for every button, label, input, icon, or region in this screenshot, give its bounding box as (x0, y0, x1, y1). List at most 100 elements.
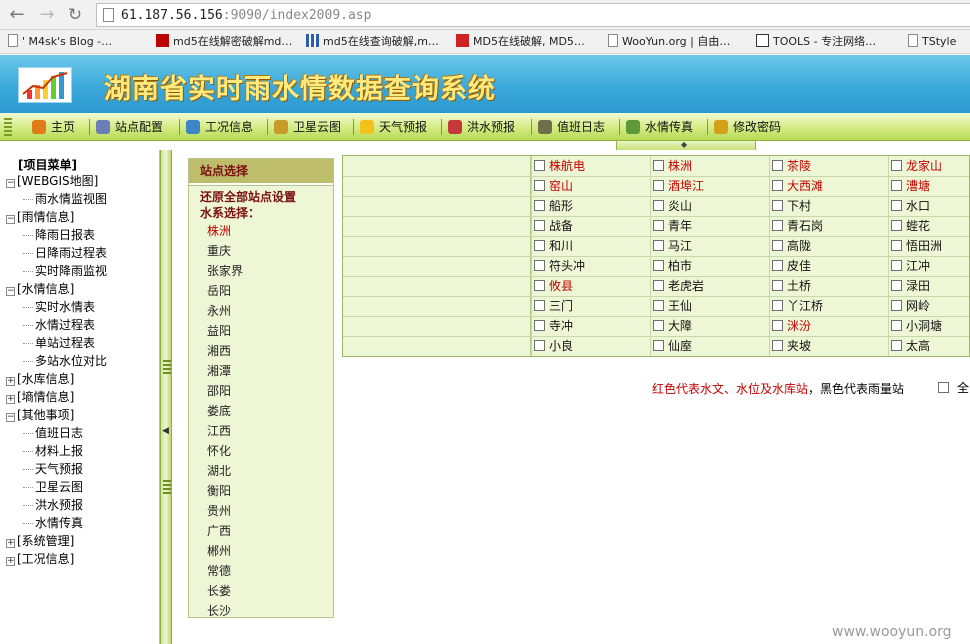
station-checkbox[interactable]: 小良 (534, 337, 573, 355)
station-checkbox[interactable]: 江冲 (891, 257, 930, 275)
basin-option[interactable]: 湘潭 (207, 362, 231, 379)
basin-option[interactable]: 江西 (207, 422, 231, 439)
station-checkbox[interactable]: 攸县 (534, 277, 573, 295)
toolbar-grip[interactable] (4, 118, 12, 136)
tree-item[interactable]: 水情传真 (23, 514, 83, 532)
tree-group[interactable]: + [墒情信息] (6, 388, 74, 406)
reset-stations-link[interactable]: 还原全部站点设置 (200, 188, 296, 205)
station-checkbox[interactable]: 太高 (891, 337, 930, 355)
station-checkbox[interactable]: 船形 (534, 197, 573, 215)
basin-option[interactable]: 株洲 (207, 222, 231, 239)
station-checkbox[interactable]: 网岭 (891, 297, 930, 315)
basin-option[interactable]: 重庆 (207, 242, 231, 259)
basin-option[interactable]: 邵阳 (207, 382, 231, 399)
tree-item[interactable]: 卫星云图 (23, 478, 83, 496)
station-checkbox[interactable]: 蜌花 (891, 217, 930, 235)
station-checkbox[interactable]: 水口 (891, 197, 930, 215)
checkbox-icon[interactable] (891, 240, 902, 251)
tree-item[interactable]: 水情过程表 (23, 316, 95, 334)
checkbox-icon[interactable] (772, 160, 783, 171)
checkbox-icon[interactable] (891, 300, 902, 311)
checkbox-icon[interactable] (772, 240, 783, 251)
basin-option[interactable]: 怀化 (207, 442, 231, 459)
basin-option[interactable]: 郴州 (207, 542, 231, 559)
checkbox-icon[interactable] (653, 340, 664, 351)
basin-option[interactable]: 益阳 (207, 322, 231, 339)
checkbox-icon[interactable] (891, 320, 902, 331)
checkbox-icon[interactable] (891, 180, 902, 191)
basin-option[interactable]: 张家界 (207, 262, 243, 279)
station-checkbox[interactable]: 渌田 (891, 277, 930, 295)
basin-option[interactable]: 湖北 (207, 462, 231, 479)
tree-item[interactable]: 材料上报 (23, 442, 83, 460)
tree-item[interactable]: 实时降雨监视 (23, 262, 107, 280)
bookmark-item[interactable]: ' M4sk's Blog -… (8, 33, 112, 51)
basin-option[interactable]: 娄底 (207, 402, 231, 419)
station-checkbox[interactable]: 青年 (653, 217, 692, 235)
checkbox-icon[interactable] (653, 160, 664, 171)
station-checkbox[interactable]: 老虎岩 (653, 277, 704, 295)
tree-item[interactable]: 单站过程表 (23, 334, 95, 352)
station-checkbox[interactable]: 茶陵 (772, 157, 811, 175)
checkbox-icon[interactable] (534, 280, 545, 291)
tree-group[interactable]: + [工况信息] (6, 550, 74, 568)
station-checkbox[interactable]: 符头冲 (534, 257, 585, 275)
checkbox-icon[interactable] (653, 200, 664, 211)
tree-item[interactable]: 日降雨过程表 (23, 244, 107, 262)
collapse-icon[interactable]: − (6, 287, 15, 296)
collapse-icon[interactable]: − (6, 413, 15, 422)
station-checkbox[interactable]: 皮佳 (772, 257, 811, 275)
bookmark-item[interactable]: TStyle (908, 33, 956, 51)
reload-icon[interactable]: ↻ (64, 4, 86, 26)
station-checkbox[interactable]: 株航电 (534, 157, 585, 175)
select-all-checkbox[interactable]: 全 (938, 379, 969, 396)
station-checkbox[interactable]: 三门 (534, 297, 573, 315)
station-checkbox[interactable]: 大西滩 (772, 177, 823, 195)
tree-group[interactable]: + [水库信息] (6, 370, 74, 388)
basin-option[interactable]: 长娄 (207, 582, 231, 599)
expand-icon[interactable]: + (6, 395, 15, 404)
checkbox-icon[interactable] (534, 240, 545, 251)
station-checkbox[interactable]: 漕塘 (891, 177, 930, 195)
toolbar-button[interactable]: 洪水预报 (448, 118, 515, 136)
checkbox-icon[interactable] (891, 160, 902, 171)
checkbox-icon[interactable] (891, 200, 902, 211)
tree-group[interactable]: − [其他事项] (6, 406, 74, 424)
tree-group[interactable]: − [WEBGIS地图] (6, 172, 98, 190)
expand-icon[interactable]: + (6, 557, 15, 566)
basin-option[interactable]: 湘西 (207, 342, 231, 359)
toolbar-button[interactable]: 工况信息 (186, 118, 253, 136)
tree-item[interactable]: 多站水位对比 (23, 352, 107, 370)
checkbox-icon[interactable] (891, 340, 902, 351)
checkbox-icon[interactable] (534, 160, 545, 171)
bookmark-item[interactable]: MD5在线破解, MD5… (456, 33, 585, 51)
checkbox-icon[interactable] (772, 260, 783, 271)
toolbar-button[interactable]: 修改密码 (714, 118, 781, 136)
station-checkbox[interactable]: 下村 (772, 197, 811, 215)
expand-icon[interactable]: + (6, 539, 15, 548)
checkbox-icon[interactable] (772, 320, 783, 331)
toolbar-button[interactable]: 水情传真 (626, 118, 693, 136)
checkbox-icon[interactable] (772, 180, 783, 191)
tree-item[interactable]: 降雨日报表 (23, 226, 95, 244)
expand-icon[interactable]: + (6, 377, 15, 386)
collapse-icon[interactable]: − (6, 179, 15, 188)
tree-group[interactable]: − [水情信息] (6, 280, 74, 298)
toolbar-button[interactable]: 站点配置 (96, 118, 163, 136)
checkbox-icon[interactable] (653, 300, 664, 311)
station-checkbox[interactable]: 和川 (534, 237, 573, 255)
basin-option[interactable]: 衡阳 (207, 482, 231, 499)
checkbox-icon[interactable] (534, 300, 545, 311)
toolbar-button[interactable]: 值班日志 (538, 118, 605, 136)
station-checkbox[interactable]: 青石岗 (772, 217, 823, 235)
basin-option[interactable]: 贵州 (207, 502, 231, 519)
toolbar-button[interactable]: 卫星云图 (274, 118, 341, 136)
bookmark-item[interactable]: TOOLS - 专注网络… (756, 33, 876, 51)
bookmark-item[interactable]: WooYun.org | 自由… (608, 33, 730, 51)
checkbox-icon[interactable] (772, 220, 783, 231)
address-bar[interactable]: 61.187.56.156:9090/index2009.asp (96, 3, 970, 27)
basin-option[interactable]: 常德 (207, 562, 231, 579)
basin-option[interactable]: 岳阳 (207, 282, 231, 299)
bookmark-item[interactable]: md5在线查询破解,m… (306, 33, 439, 51)
station-checkbox[interactable]: 丫江桥 (772, 297, 823, 315)
